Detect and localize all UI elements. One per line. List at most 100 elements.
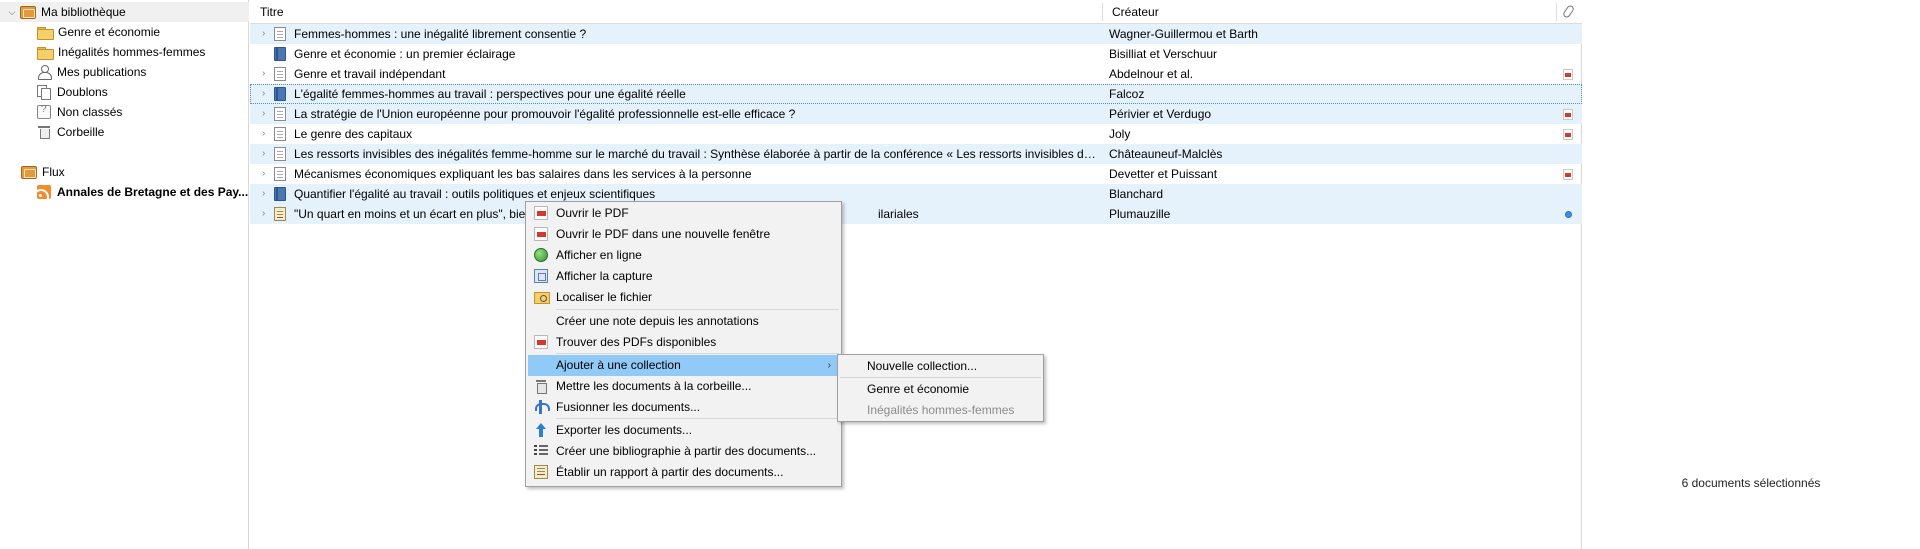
collection-label: Corbeille	[57, 125, 105, 139]
chevron-right-icon[interactable]: ›	[262, 88, 272, 100]
item-creator: Abdelnour et al.	[1109, 67, 1194, 81]
chevron-right-icon[interactable]: ›	[262, 128, 272, 140]
item-title-tail: ilariales	[878, 207, 919, 221]
merge-icon	[534, 400, 550, 414]
collection-unfiled[interactable]: Non classés	[0, 102, 249, 122]
menu-item[interactable]: Fusionner les documents...	[528, 397, 839, 418]
zotero-window: ⌵ Ma bibliothèque Genre et économie Inég…	[0, 0, 1920, 549]
library-icon	[20, 5, 36, 19]
chevron-right-icon[interactable]: ›	[262, 188, 272, 200]
pdf-attachment-icon[interactable]	[1563, 169, 1573, 180]
pdf-attachment-icon[interactable]	[1563, 109, 1573, 120]
menu-item[interactable]: Ajouter à une collection ›	[528, 355, 839, 376]
table-row[interactable]: › L'égalité femmes-hommes au travail : pe…	[250, 84, 1582, 104]
collection-inegalites[interactable]: Inégalités hommes-femmes	[0, 42, 249, 62]
collection-feeds[interactable]: Flux	[0, 162, 249, 182]
table-row[interactable]: › "Un quart en moins et un écart en plus"…	[250, 204, 1582, 224]
column-creator-header[interactable]: Créateur	[1112, 0, 1159, 24]
item-title: Le genre des capitaux	[294, 127, 413, 141]
collection-label: Non classés	[57, 105, 123, 119]
collection-duplicates[interactable]: Doublons	[0, 82, 249, 102]
table-row[interactable]: › Genre et travail indépendant Abdelnour e…	[250, 64, 1582, 84]
chevron-down-icon[interactable]: ⌵	[6, 6, 18, 18]
document-icon	[274, 67, 286, 81]
menu-item-label: Ouvrir le PDF	[556, 206, 629, 220]
table-row[interactable]: › Quantifier l'égalité au travail : outil…	[250, 184, 1582, 204]
pdf-icon	[534, 335, 548, 349]
link-attachment-icon[interactable]	[1565, 211, 1572, 218]
table-row[interactable]: › Femmes-hommes : une inégalité librement…	[250, 24, 1582, 44]
column-separator[interactable]	[1102, 3, 1103, 21]
menu-item-label: Mettre les documents à la corbeille...	[556, 379, 752, 393]
menu-item-label: Ajouter à une collection	[556, 358, 681, 372]
menu-item[interactable]: Trouver des PDFs disponibles	[528, 332, 839, 353]
chevron-right-icon[interactable]: ›	[262, 168, 272, 180]
menu-item[interactable]: Ouvrir le PDF dans une nouvelle fenêtre	[528, 224, 839, 245]
bibliography-icon	[534, 444, 548, 458]
document-icon	[274, 127, 286, 141]
pdf-icon	[534, 206, 548, 220]
table-row[interactable]: › La stratégie de l'Union européenne pour…	[250, 104, 1582, 124]
column-separator[interactable]	[1556, 3, 1557, 21]
menu-item[interactable]: Créer une note depuis les annotations	[528, 311, 839, 332]
chevron-right-icon[interactable]: ›	[262, 208, 272, 220]
document-icon	[274, 107, 286, 121]
menu-separator	[556, 418, 839, 419]
menu-item[interactable]: Afficher en ligne	[528, 245, 839, 266]
chevron-right-icon[interactable]: ›	[262, 148, 272, 160]
collection-my-publications[interactable]: Mes publications	[0, 62, 249, 82]
chevron-right-icon[interactable]: ›	[262, 28, 272, 40]
export-icon	[534, 423, 548, 437]
column-title-header[interactable]: Titre	[260, 0, 284, 24]
chevron-right-icon[interactable]: ›	[262, 68, 272, 80]
menu-item[interactable]: Localiser le fichier	[528, 287, 839, 308]
menu-item[interactable]: Ouvrir le PDF	[528, 203, 839, 224]
report-icon	[274, 207, 286, 221]
menu-item-label: Fusionner les documents...	[556, 400, 701, 414]
feeds-library-icon	[21, 165, 37, 179]
document-icon	[274, 167, 286, 181]
submenu-item[interactable]: Genre et économie	[840, 379, 1041, 400]
folder-icon	[37, 26, 54, 40]
chevron-right-icon: ›	[827, 360, 831, 371]
item-title: Genre et travail indépendant	[294, 67, 446, 81]
items-pane: Titre Créateur › Femmes-hommes : une inég…	[250, 0, 1582, 549]
menu-item[interactable]: Exporter les documents...	[528, 420, 839, 441]
pdf-attachment-icon[interactable]	[1563, 129, 1573, 140]
table-row[interactable]: Genre et économie : un premier éclairage…	[250, 44, 1582, 64]
table-row[interactable]: › Mécanismes économiques expliquant les b…	[250, 164, 1582, 184]
pdf-attachment-icon[interactable]	[1563, 69, 1573, 80]
menu-item[interactable]: Mettre les documents à la corbeille...	[528, 376, 839, 397]
chevron-right-icon[interactable]: ›	[262, 108, 272, 120]
submenu-item-label: Genre et économie	[867, 382, 970, 396]
unfiled-icon	[37, 104, 51, 119]
submenu-item: Inégalités hommes-femmes	[840, 400, 1041, 421]
feed-annales-bretagne[interactable]: Annales de Bretagne et des Pay...	[0, 182, 249, 202]
selection-status: 6 documents sélectionnés	[1681, 476, 1821, 490]
locate-file-icon	[534, 290, 550, 304]
collection-trash[interactable]: Corbeille	[0, 122, 249, 142]
table-row[interactable]: › Le genre des capitaux Joly	[250, 124, 1582, 144]
collection-my-library[interactable]: ⌵ Ma bibliothèque	[0, 2, 249, 22]
submenu-item[interactable]: Nouvelle collection...	[840, 356, 1041, 377]
item-title: La stratégie de l'Union européenne pour …	[294, 107, 796, 121]
collection-genre-economie[interactable]: Genre et économie	[0, 22, 249, 42]
menu-item[interactable]: Créer une bibliographie à partir des doc…	[528, 441, 839, 462]
item-creator: Joly	[1109, 127, 1131, 141]
menu-item-label: Ouvrir le PDF dans une nouvelle fenêtre	[556, 227, 771, 241]
user-icon	[37, 65, 52, 80]
paperclip-icon[interactable]	[1561, 4, 1576, 19]
item-creator: Blanchard	[1109, 187, 1164, 201]
table-row[interactable]: › Les ressorts invisibles des inégalités …	[250, 144, 1582, 164]
item-creator: Périvier et Verdugo	[1109, 107, 1212, 121]
context-menu: Ouvrir le PDF Ouvrir le PDF dans une nouv…	[525, 201, 842, 487]
menu-item-label: Afficher en ligne	[556, 248, 642, 262]
item-title: Mécanismes économiques expliquant les ba…	[294, 167, 752, 181]
collections-pane: ⌵ Ma bibliothèque Genre et économie Inég…	[0, 0, 249, 549]
menu-item[interactable]: Établir un rapport à partir des document…	[528, 462, 839, 483]
add-to-collection-submenu: Nouvelle collection... Genre et économie I…	[837, 354, 1044, 422]
book-icon	[274, 87, 286, 101]
menu-item[interactable]: Afficher la capture	[528, 266, 839, 287]
item-creator: Châteauneuf-Malclès	[1109, 147, 1223, 161]
item-creator: Plumauzille	[1109, 207, 1171, 221]
